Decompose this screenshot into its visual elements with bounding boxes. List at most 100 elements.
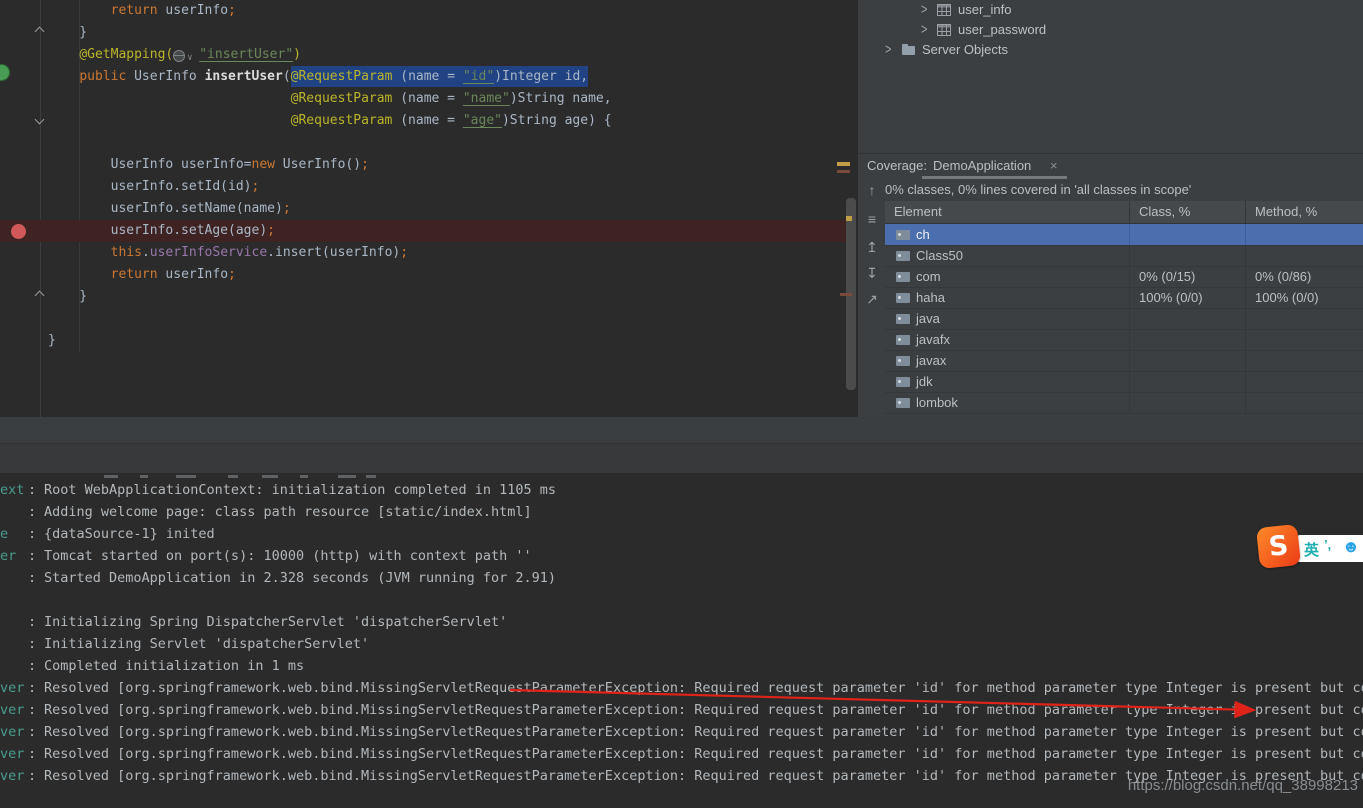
coverage-table: Element Class, % Method, % ch Class50 com 0% … — [885, 201, 1363, 417]
code-line: return userInfo; — [0, 0, 236, 22]
code-line: return userInfo; — [0, 264, 236, 286]
fold-marker-icon[interactable] — [36, 26, 43, 33]
code-segment: "insertUser" — [199, 47, 294, 62]
tree-item-user-info[interactable]: > user_info — [858, 0, 1363, 20]
log-message: Completed initialization in 1 ms — [44, 658, 305, 674]
sogou-logo-icon[interactable]: S — [1255, 523, 1302, 570]
code-segment: ; — [400, 245, 409, 260]
log-separator: : — [28, 702, 37, 718]
console-line: ver: Resolved [org.springframework.web.bi… — [0, 699, 1363, 721]
table-icon — [937, 24, 951, 36]
code-segment: userInfoService — [149, 245, 268, 260]
log-message: Root WebApplicationContext: initializati… — [44, 482, 557, 498]
coverage-row-ch[interactable]: ch — [885, 224, 1363, 246]
breakpoint-dot[interactable] — [11, 224, 26, 239]
coverage-row-haha[interactable]: haha 100% (0/0) 100% (0/0) — [885, 287, 1363, 309]
code-segment: @GetMapping( — [79, 47, 174, 62]
logger-name-fragment: e — [0, 526, 9, 542]
coverage-row-com[interactable]: com 0% (0/15) 0% (0/86) — [885, 266, 1363, 288]
code-segment: insertUser — [204, 69, 283, 84]
ime-language-mode[interactable]: 英 — [1304, 539, 1319, 560]
code-segment: "age" — [462, 113, 502, 128]
code-line: userInfo.setAge(age); — [0, 220, 846, 242]
coverage-row-lombok[interactable]: lombok — [885, 392, 1363, 414]
log-separator: : — [28, 768, 37, 784]
log-separator: : — [28, 636, 37, 652]
clipped-text-fragment — [300, 475, 308, 478]
ime-smiley-icon[interactable]: ☻ — [1342, 538, 1360, 555]
coverage-row-javafx[interactable]: javafx — [885, 329, 1363, 351]
method-percent-cell — [1245, 224, 1363, 245]
element-cell: lombok — [885, 392, 1129, 413]
method-percent-cell: 0% (0/86) — [1245, 266, 1363, 287]
code-segment: public — [79, 69, 127, 84]
column-header-method[interactable]: Method, % — [1245, 201, 1363, 223]
coverage-row-javax[interactable]: javax — [885, 350, 1363, 372]
console-line: : Adding welcome page: class path resourc… — [0, 501, 1363, 523]
code-segment: userInfo — [157, 3, 229, 18]
console-line: : Completed initialization in 1 ms — [0, 655, 1363, 677]
tree-item-label: Server Objects — [922, 42, 1008, 57]
coverage-row-jdk[interactable]: jdk — [885, 371, 1363, 393]
fold-marker-icon[interactable] — [36, 114, 43, 121]
run-console[interactable]: ext: Root WebApplicationContext: initiali… — [0, 473, 1363, 808]
scroll-up-icon[interactable]: ↑ — [863, 181, 881, 199]
code-line: @RequestParam (name = "age")String age) … — [0, 110, 612, 132]
code-segment: ; — [361, 157, 369, 172]
class-percent-cell — [1129, 245, 1245, 266]
export-icon[interactable]: ↗ — [863, 290, 881, 308]
ime-punctuation-mode[interactable]: ’, — [1324, 537, 1331, 552]
clipped-text-fragment — [338, 475, 356, 478]
code-segment: )String name, — [509, 91, 612, 106]
code-segment: userInfo.setAge(age) — [48, 223, 268, 238]
chevron-right-icon[interactable]: > — [885, 37, 891, 63]
tab-underline — [922, 176, 1067, 179]
code-segment: ; — [251, 179, 260, 194]
coverage-tab-demoapplication[interactable]: DemoApplication — [933, 158, 1031, 173]
coverage-stats: 0% classes, 0% lines covered in 'all cla… — [885, 182, 1192, 197]
tree-item-user-password[interactable]: > user_password — [858, 20, 1363, 40]
console-line: e: {dataSource-1} inited — [0, 523, 1363, 545]
code-editor[interactable]: return userInfo; } @GetMapping(∨ "insertU… — [0, 0, 857, 417]
method-percent-cell — [1245, 392, 1363, 413]
tree-item-server-objects[interactable]: > Server Objects — [858, 40, 1363, 60]
package-icon — [896, 229, 910, 240]
log-message: Resolved [org.springframework.web.bind.M… — [44, 702, 1363, 718]
ide-window: return userInfo; } @GetMapping(∨ "insertU… — [0, 0, 1363, 808]
console-line: ext: Root WebApplicationContext: initiali… — [0, 479, 1363, 501]
console-line: : Initializing Spring DispatcherServlet '… — [0, 611, 1363, 633]
code-line: UserInfo userInfo=new UserInfo(); — [0, 154, 369, 176]
fold-marker-icon[interactable] — [36, 290, 43, 297]
code-segment: ; — [267, 223, 275, 238]
coverage-row-java[interactable]: java — [885, 308, 1363, 330]
url-inlay-globe-icon[interactable]: ∨ — [173, 47, 199, 63]
jump-to-bottom-icon[interactable]: ↧ — [863, 264, 881, 282]
folder-icon — [902, 44, 915, 55]
code-segment: return — [110, 3, 158, 18]
code-segment: "name" — [462, 91, 510, 106]
log-separator: : — [28, 614, 37, 630]
clipped-text-fragment — [140, 475, 148, 478]
element-cell: ch — [885, 224, 1129, 245]
column-header-class[interactable]: Class, % — [1129, 201, 1245, 223]
code-segment: @RequestParam — [290, 66, 393, 87]
tab-close-icon[interactable]: × — [1050, 158, 1058, 173]
column-header-element[interactable]: Element — [885, 201, 1129, 223]
log-message: Tomcat started on port(s): 10000 (http) … — [44, 548, 532, 564]
clipped-text-fragment — [262, 475, 278, 478]
panel-splitter[interactable] — [0, 417, 1363, 473]
package-icon — [896, 271, 910, 282]
watermark-link[interactable]: https://blog.csdn.net/qq_38998213 — [1128, 777, 1358, 794]
code-segment: ( — [282, 69, 291, 84]
jump-to-top-icon[interactable]: ↥ — [863, 238, 881, 256]
log-message: Initializing Servlet 'dispatcherServlet' — [44, 636, 370, 652]
coverage-row-class50[interactable]: Class50 — [885, 245, 1363, 267]
flatten-packages-icon[interactable]: ≡ — [863, 210, 881, 228]
code-segment: } — [48, 25, 88, 40]
log-message: Adding welcome page: class path resource… — [44, 504, 532, 520]
element-cell: java — [885, 308, 1129, 329]
